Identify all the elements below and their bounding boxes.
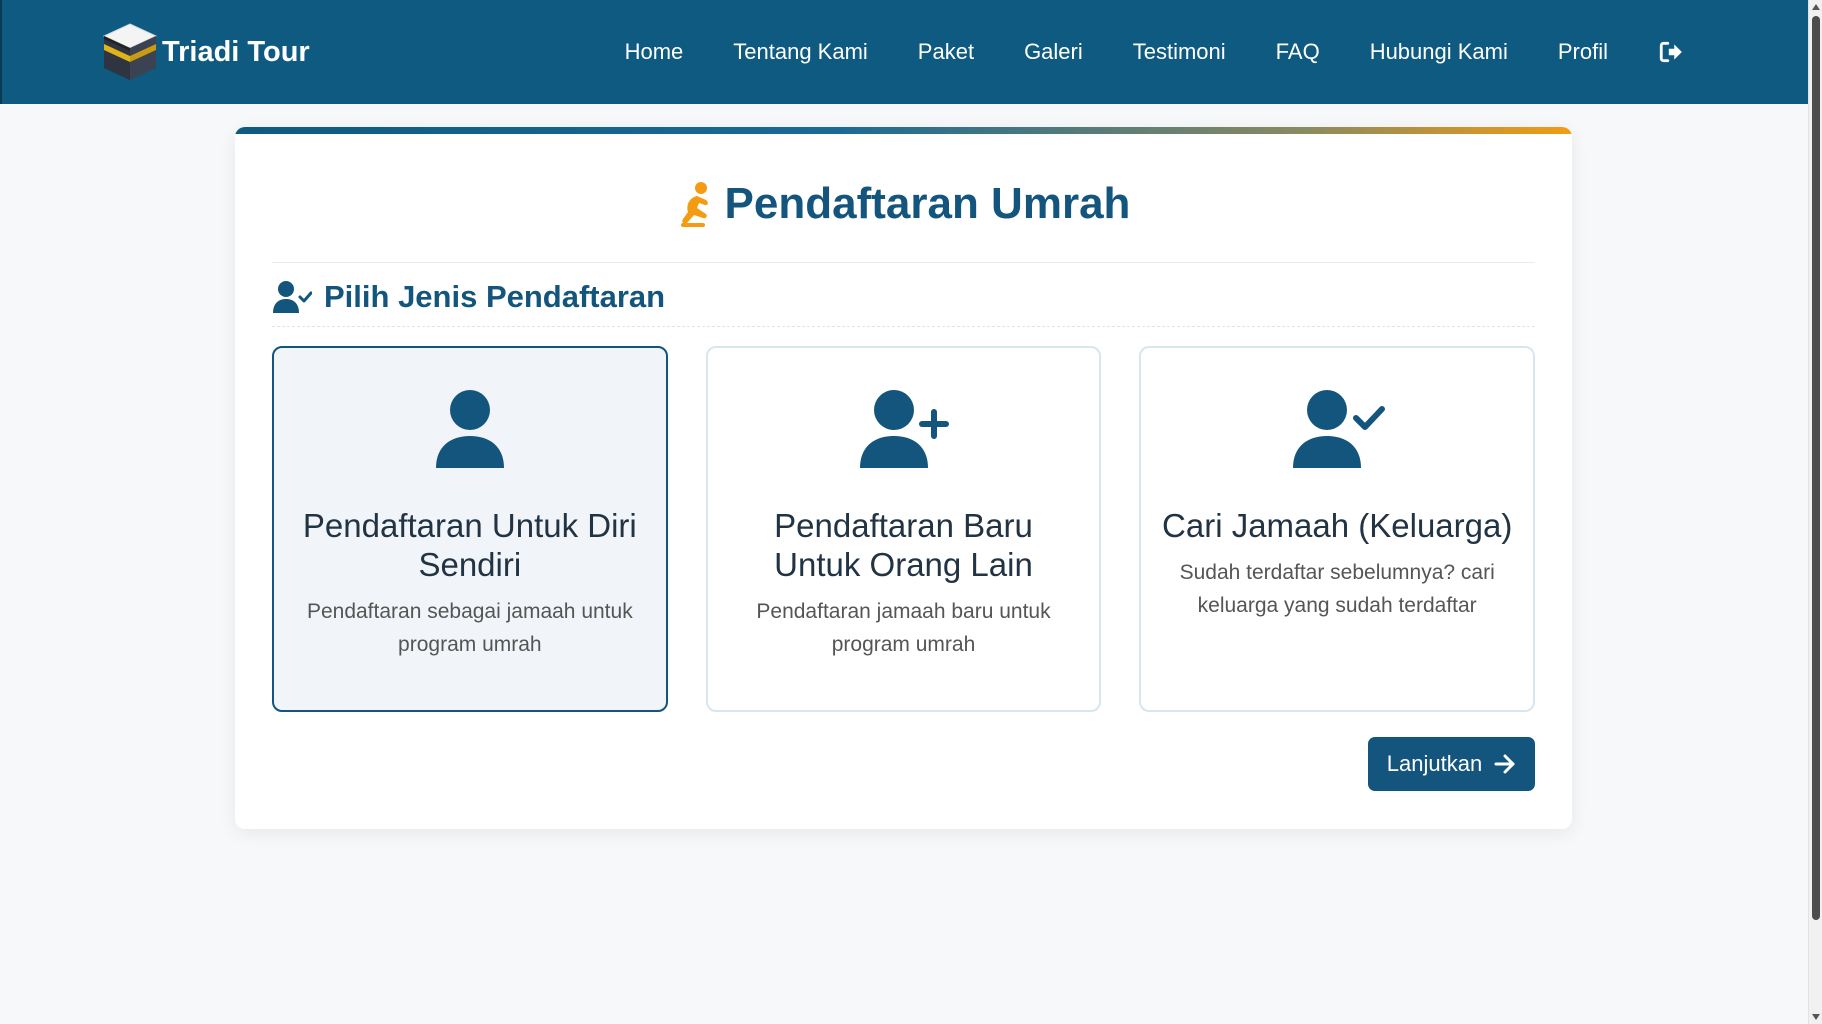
scrollbar-thumb[interactable] [1812,16,1820,920]
page-title: Pendaftaran Umrah [724,178,1131,228]
option-description: Pendaftaran sebagai jamaah untuk program… [306,600,633,656]
option-title: Pendaftaran Baru Untuk Orang Lain [774,507,1033,583]
nav-paket[interactable]: Paket [918,39,974,65]
scroll-down-arrow-icon[interactable] [1812,1014,1820,1020]
arrow-right-icon [1494,754,1515,774]
option-new-registration-other[interactable]: Pendaftaran Baru Untuk Orang Lain Pendaf… [705,346,1102,712]
user-check-icon [1293,390,1386,468]
page-header: Pendaftaran Umrah [272,163,1535,263]
option-search-family[interactable]: Cari Jamaah (Keluarga) Sudah terdaftar s… [1139,346,1536,712]
continue-button-label: Lanjutkan [1386,751,1483,776]
nav-menu: Home Tentang Kami Paket Galeri Testimoni… [575,0,1684,104]
praying-person-icon [680,181,708,227]
continue-button[interactable]: Lanjutkan [1368,737,1535,791]
option-title: Pendaftaran Untuk Diri Sendiri [302,507,637,583]
kaaba-logo-icon [102,23,158,80]
option-self-registration[interactable]: Pendaftaran Untuk Diri Sendiri Pendaftar… [272,346,668,712]
nav-profil[interactable]: Profil [1558,39,1608,65]
registration-card: Pendaftaran Umrah Pilih Jenis Pendaftara… [235,127,1572,829]
option-title: Cari Jamaah (Keluarga) [1162,507,1513,544]
scroll-up-arrow-icon[interactable] [1812,4,1820,10]
nav-testimoni[interactable]: Testimoni [1133,39,1226,65]
sign-out-icon[interactable] [1658,39,1684,65]
nav-faq[interactable]: FAQ [1276,39,1320,65]
user-check-icon [273,280,312,313]
nav-galeri[interactable]: Galeri [1024,39,1083,65]
brand-name: Triadi Tour [162,35,310,68]
user-icon [435,390,504,468]
registration-options: Pendaftaran Untuk Diri Sendiri Pendaftar… [272,346,1536,712]
navbar: Triadi Tour Home Tentang Kami Paket Gale… [0,0,1808,104]
vertical-scrollbar[interactable] [1808,0,1822,1024]
card-accent-bar [235,127,1572,134]
section-header: Pilih Jenis Pendaftaran [272,267,1535,327]
brand[interactable]: Triadi Tour [100,20,310,84]
nav-tentang-kami[interactable]: Tentang Kami [733,39,868,65]
user-plus-icon [859,390,949,468]
option-description: Sudah terdaftar sebelumnya? cari keluarg… [1179,561,1495,617]
nav-home[interactable]: Home [625,39,684,65]
nav-hubungi-kami[interactable]: Hubungi Kami [1370,39,1508,65]
page: Triadi Tour Home Tentang Kami Paket Gale… [0,0,1808,1024]
section-title: Pilih Jenis Pendaftaran [324,278,666,314]
option-description: Pendaftaran jamaah baru untuk program um… [756,600,1051,656]
